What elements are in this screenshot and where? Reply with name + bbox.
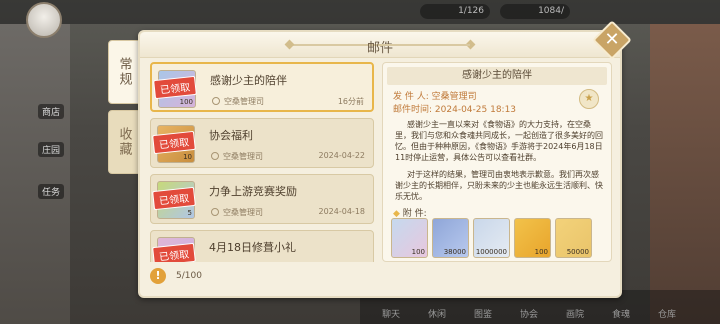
time-value: 2024-04-25 18:13 — [434, 105, 517, 115]
resource-counter: 1/126 — [420, 4, 490, 19]
mail-body-paragraph: 对于这样的结果，管理司由衷地表示歉意。我们再次感谢少主的长期相伴，只盼未来的少主… — [395, 170, 603, 201]
mail-item[interactable]: 已领取 4月18日修葺小礼 — [150, 230, 374, 262]
mail-item[interactable]: 5 已领取 力争上游竞赛奖励 空桑管理司 2024-04-18 — [150, 174, 374, 224]
attachment-item[interactable]: 1000000 — [473, 218, 510, 258]
claimed-badge: 已领取 — [152, 242, 196, 262]
nav-guild[interactable]: 协会 — [520, 307, 538, 320]
mail-time: 2024-04-22 — [318, 151, 366, 160]
mail-count-footer: ! 5/100 — [150, 268, 240, 284]
left-menu-task[interactable]: 任务 — [38, 184, 65, 199]
page-title: 邮件 — [366, 41, 393, 56]
player-avatar[interactable] — [26, 2, 62, 38]
mail-time: 2024-04-18 — [318, 207, 366, 216]
mail-sender: 空桑管理司 — [223, 152, 263, 161]
star-stamp-icon: ★ — [579, 89, 599, 109]
mail-detail: 感谢少主的陪伴 发 件 人: 空桑管理司 邮件时间: 2024-04-25 18… — [382, 62, 612, 262]
mail-body-paragraph: 感谢少主一直以来对《食物语》的大力支持，在空桑里，我们与您和众食魂共同成长，一起… — [395, 120, 603, 162]
nav-gallery[interactable]: 画院 — [566, 307, 584, 320]
mail-sender: 空桑管理司 — [223, 208, 263, 217]
warning-icon[interactable]: ! — [150, 268, 166, 284]
mail-item[interactable]: 10 已领取 协会福利 空桑管理司 2024-04-22 — [150, 118, 374, 168]
attachment-item[interactable]: 38000 — [432, 218, 469, 258]
mail-title: 力争上游竞赛奖励 — [209, 185, 297, 198]
mail-count: 5/100 — [176, 271, 202, 281]
nav-codex[interactable]: 图鉴 — [474, 307, 492, 320]
sender-icon — [212, 97, 220, 105]
attachment-item[interactable]: 100 — [391, 218, 428, 258]
mail-title: 感谢少主的陪伴 — [210, 74, 287, 87]
mail-sender: 空桑管理司 — [224, 97, 264, 106]
tab-favorites[interactable]: 收藏 — [108, 110, 140, 174]
right-scene — [650, 24, 720, 324]
sender-value: 空桑管理司 — [431, 92, 477, 102]
sender-line: 发 件 人: 空桑管理司 — [393, 89, 477, 102]
mail-item[interactable]: 100 已领取 感谢少主的陪伴 空桑管理司 16分前 — [150, 62, 374, 112]
left-menu-estate[interactable]: 庄园 — [38, 142, 65, 157]
left-menu-shop[interactable]: 商店 — [38, 104, 65, 119]
attachment-item[interactable]: 100 — [514, 218, 551, 258]
detail-title: 感谢少主的陪伴 — [387, 67, 607, 85]
tab-regular[interactable]: 常规 — [108, 40, 140, 104]
attachment-item[interactable]: 50000 — [555, 218, 592, 258]
sender-label: 发 件 人: — [393, 92, 429, 102]
sender-icon — [211, 208, 219, 216]
mail-title: 协会福利 — [209, 129, 253, 142]
mail-title: 4月18日修葺小礼 — [209, 241, 296, 254]
sender-icon — [211, 152, 219, 160]
left-scene — [0, 24, 70, 324]
nav-chat[interactable]: 聊天 — [382, 307, 400, 320]
panel-header: 邮件 — [140, 32, 620, 58]
nav-soul[interactable]: 食魂 — [612, 307, 630, 320]
resource-counter: 1084/ — [500, 4, 570, 19]
close-icon: ✕ — [604, 29, 620, 50]
title-divider — [380, 44, 470, 46]
time-line: 邮件时间: 2024-04-25 18:13 — [393, 102, 516, 115]
mail-list[interactable]: 100 已领取 感谢少主的陪伴 空桑管理司 16分前 10 已领取 协会福利 空… — [150, 62, 376, 262]
nav-leisure[interactable]: 休闲 — [428, 307, 446, 320]
time-label: 邮件时间: — [393, 105, 433, 115]
nav-warehouse[interactable]: 仓库 — [658, 307, 676, 320]
mail-time: 16分前 — [337, 97, 364, 106]
